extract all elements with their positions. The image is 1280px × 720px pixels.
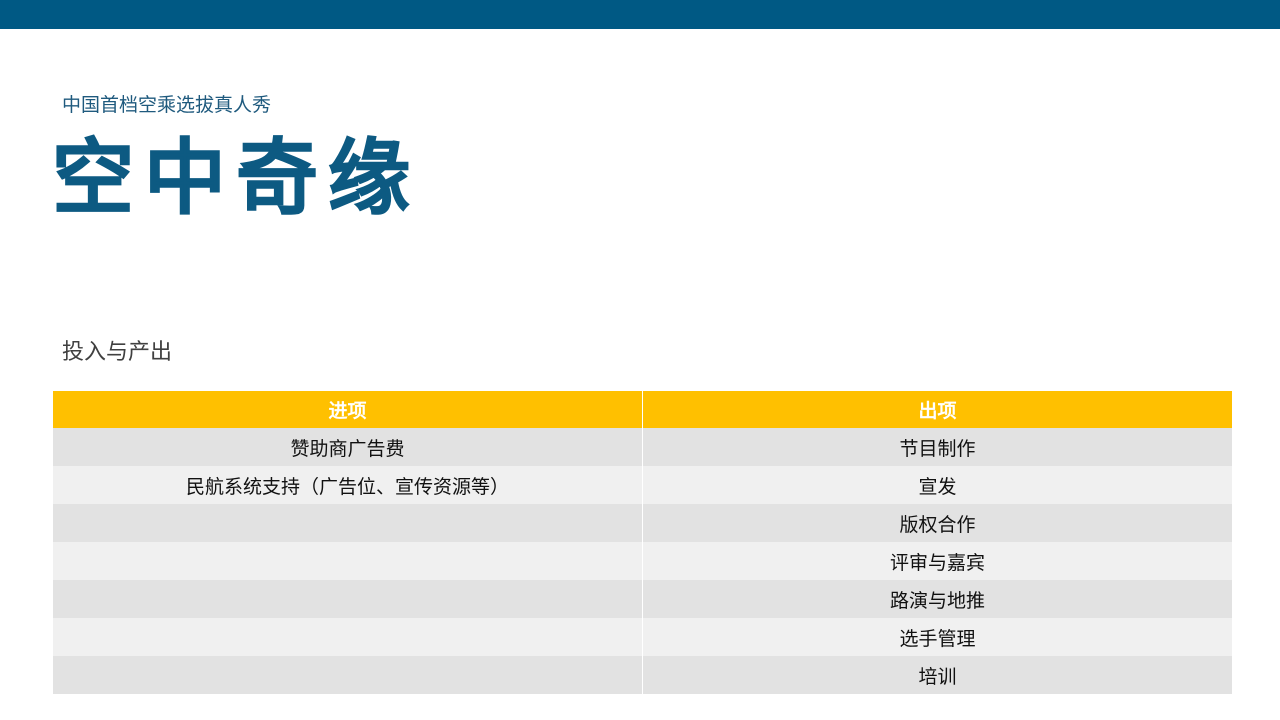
top-bar <box>0 0 1280 29</box>
header-expense: 出项 <box>642 391 1232 428</box>
expense-cell: 节目制作 <box>642 428 1232 466</box>
income-cell <box>53 542 643 580</box>
header-income: 进项 <box>53 391 643 428</box>
income-cell <box>53 580 643 618</box>
expense-cell: 路演与地推 <box>642 580 1232 618</box>
expense-cell: 评审与嘉宾 <box>642 542 1232 580</box>
table-row: 路演与地推 <box>53 580 1232 618</box>
table-header-row: 进项 出项 <box>53 391 1232 428</box>
expense-cell: 宣发 <box>642 466 1232 504</box>
income-cell <box>53 618 643 656</box>
table-row: 民航系统支持（广告位、宣传资源等） 宣发 <box>53 466 1232 504</box>
expense-cell: 培训 <box>642 656 1232 694</box>
table-row: 评审与嘉宾 <box>53 542 1232 580</box>
income-cell <box>53 504 643 542</box>
subtitle: 中国首档空乘选拔真人秀 <box>62 94 272 116</box>
section-label: 投入与产出 <box>62 340 173 365</box>
table-row: 培训 <box>53 656 1232 694</box>
table-row: 版权合作 <box>53 504 1232 542</box>
table-row: 赞助商广告费 节目制作 <box>53 428 1232 466</box>
expense-cell: 选手管理 <box>642 618 1232 656</box>
table-row: 选手管理 <box>53 618 1232 656</box>
page-title: 空中奇缘 <box>51 130 421 227</box>
income-cell: 民航系统支持（广告位、宣传资源等） <box>53 466 643 504</box>
input-output-table: 进项 出项 赞助商广告费 节目制作 民航系统支持（广告位、宣传资源等） 宣发 版… <box>53 391 1232 694</box>
income-cell: 赞助商广告费 <box>53 428 643 466</box>
expense-cell: 版权合作 <box>642 504 1232 542</box>
income-cell <box>53 656 643 694</box>
